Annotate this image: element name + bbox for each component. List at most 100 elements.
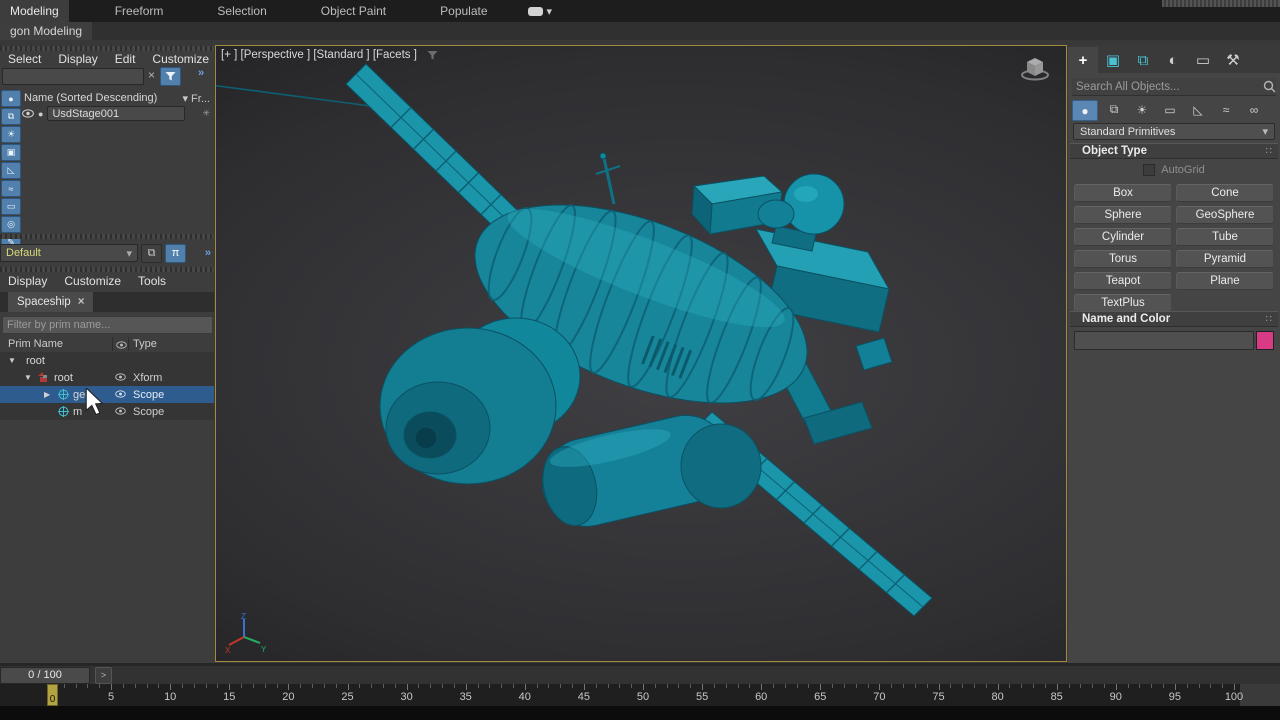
- expander-icon[interactable]: ▼: [24, 373, 32, 382]
- object-color-swatch[interactable]: [1256, 331, 1274, 350]
- ribbon-media-dropdown-button[interactable]: ▾: [528, 0, 553, 22]
- filter-helpers-button[interactable]: ◺: [1, 162, 21, 179]
- column-visibility-eye-icon[interactable]: [116, 340, 127, 352]
- explorer-object-row[interactable]: ● UsdStage001 ✳: [22, 106, 212, 121]
- render-dot-icon[interactable]: ●: [38, 109, 43, 119]
- category-spacewarps-button[interactable]: ≈: [1214, 100, 1238, 119]
- timeline-frame-label: 70: [868, 691, 890, 703]
- menu-customize[interactable]: Customize: [152, 52, 209, 66]
- panel-separator[interactable]: [0, 267, 214, 272]
- primitive-category-dropdown[interactable]: Standard Primitives ▾: [1073, 123, 1275, 140]
- tab-utilities[interactable]: ⚒: [1218, 47, 1248, 73]
- geosphere-button[interactable]: GeoSphere: [1176, 206, 1274, 224]
- tab-display[interactable]: ▭: [1188, 47, 1218, 73]
- current-frame-marker[interactable]: 0: [47, 684, 58, 706]
- tab-spaceship[interactable]: Spaceship ×: [8, 292, 93, 312]
- expander-icon[interactable]: ▶: [44, 390, 50, 399]
- filter-spacewarps-button[interactable]: ≈: [1, 180, 21, 197]
- ribbon-tab-polygon-modeling[interactable]: gon Modeling: [0, 22, 92, 40]
- menu-tools[interactable]: Tools: [138, 274, 166, 288]
- prim-eye-icon[interactable]: [115, 389, 126, 401]
- menu-edit[interactable]: Edit: [115, 52, 136, 66]
- textplus-button[interactable]: TextPlus: [1074, 294, 1172, 312]
- more-options-chevron[interactable]: »: [205, 247, 211, 259]
- timeline-tick: [383, 684, 384, 688]
- timeline-tick: [1151, 684, 1152, 688]
- filter-button[interactable]: [160, 67, 181, 86]
- filter-geometry-button[interactable]: ●: [1, 90, 21, 107]
- object-name-field[interactable]: UsdStage001: [47, 106, 185, 121]
- visibility-eye-icon[interactable]: [22, 109, 34, 118]
- tree-row-root-xform[interactable]: ▼ root Xform: [0, 369, 214, 386]
- tab-create[interactable]: +: [1068, 47, 1098, 73]
- ribbon-tab-populate[interactable]: Populate: [426, 0, 501, 22]
- prim-eye-icon[interactable]: [115, 406, 126, 418]
- menu-display[interactable]: Display: [8, 274, 47, 288]
- object-name-input[interactable]: [1074, 331, 1254, 350]
- close-tab-icon[interactable]: ×: [78, 296, 85, 308]
- timeline-tick: [1128, 684, 1129, 688]
- filter-lights-button[interactable]: ☀: [1, 126, 21, 143]
- tab-motion[interactable]: ◐: [1158, 47, 1188, 73]
- filter-cameras-button[interactable]: ▣: [1, 144, 21, 161]
- ribbon-tab-freeform[interactable]: Freeform: [101, 0, 178, 22]
- scene-explorer-search-input[interactable]: [2, 68, 144, 85]
- autogrid-checkbox[interactable]: [1143, 164, 1155, 176]
- cone-button[interactable]: Cone: [1176, 184, 1274, 202]
- prim-table-header[interactable]: Prim Name Type: [0, 336, 214, 353]
- category-helpers-button[interactable]: ◺: [1186, 100, 1210, 119]
- prim-eye-icon[interactable]: [115, 372, 126, 384]
- panel-separator[interactable]: [0, 46, 214, 51]
- ribbon-tab-modeling[interactable]: Modeling: [0, 0, 69, 22]
- column-prim-name[interactable]: Prim Name: [8, 338, 63, 350]
- timeline-tick: [1187, 684, 1188, 688]
- tab-hierarchy[interactable]: ⧉: [1128, 47, 1158, 73]
- pin-explorer-button[interactable]: π: [165, 244, 186, 263]
- teapot-button[interactable]: Teapot: [1074, 272, 1172, 290]
- menu-display[interactable]: Display: [58, 52, 97, 66]
- frozen-snowflake-icon[interactable]: ✳: [202, 108, 210, 119]
- ribbon-tab-selection[interactable]: Selection: [203, 0, 280, 22]
- expander-icon[interactable]: ▼: [8, 356, 16, 365]
- prim-filter-input[interactable]: [2, 316, 213, 334]
- cylinder-button[interactable]: Cylinder: [1074, 228, 1172, 246]
- box-button[interactable]: Box: [1074, 184, 1172, 202]
- next-frame-button[interactable]: >: [95, 667, 112, 684]
- panel-separator[interactable]: [0, 234, 214, 239]
- category-systems-button[interactable]: ∞: [1242, 100, 1266, 119]
- name-color-rollout-header[interactable]: Name and Color ∷: [1070, 311, 1278, 327]
- category-geometry-button[interactable]: ●: [1072, 100, 1098, 121]
- menu-select[interactable]: Select: [8, 52, 41, 66]
- pyramid-button[interactable]: Pyramid: [1176, 250, 1274, 268]
- menu-customize[interactable]: Customize: [64, 274, 121, 288]
- category-lights-button[interactable]: ☀: [1130, 100, 1154, 119]
- category-shapes-button[interactable]: ⧉: [1102, 100, 1126, 119]
- active-layer-dropdown[interactable]: Default ▾: [0, 244, 138, 262]
- timeline-tick: [631, 684, 632, 688]
- object-type-rollout-header[interactable]: Object Type ∷: [1070, 143, 1278, 159]
- category-cameras-button[interactable]: ▭: [1158, 100, 1182, 119]
- perspective-viewport[interactable]: [+ ] [Perspective ] [Standard ] [Facets …: [215, 45, 1067, 662]
- tree-row-root-layer[interactable]: ▼ root: [0, 352, 214, 369]
- explorer-column-header[interactable]: Name (Sorted Descending) ▾ Fr...: [24, 91, 212, 105]
- timeline-ruler[interactable]: 5101520253035404550556065707580859095100…: [0, 684, 1240, 706]
- more-options-chevron[interactable]: »: [198, 67, 204, 79]
- layer-manager-button[interactable]: ⧉: [141, 244, 162, 263]
- filter-xrefs-button[interactable]: ◎: [1, 216, 21, 233]
- rollout-pin-icon[interactable]: ∷: [1266, 314, 1272, 325]
- plane-button[interactable]: Plane: [1176, 272, 1274, 290]
- track-bar[interactable]: [0, 706, 1280, 720]
- sphere-button[interactable]: Sphere: [1074, 206, 1172, 224]
- tube-button[interactable]: Tube: [1176, 228, 1274, 246]
- frame-counter[interactable]: 0 / 100: [0, 667, 90, 684]
- tab-modify[interactable]: ▣: [1098, 47, 1128, 73]
- timeline-tick: [560, 684, 561, 688]
- clear-search-icon[interactable]: ×: [148, 68, 155, 82]
- search-all-objects-input[interactable]: [1072, 78, 1276, 96]
- torus-button[interactable]: Torus: [1074, 250, 1172, 268]
- filter-shapes-button[interactable]: ⧉: [1, 108, 21, 125]
- filter-groups-button[interactable]: ▭: [1, 198, 21, 215]
- rollout-pin-icon[interactable]: ∷: [1266, 146, 1272, 157]
- column-type[interactable]: Type: [133, 338, 157, 350]
- ribbon-tab-object-paint[interactable]: Object Paint: [307, 0, 400, 22]
